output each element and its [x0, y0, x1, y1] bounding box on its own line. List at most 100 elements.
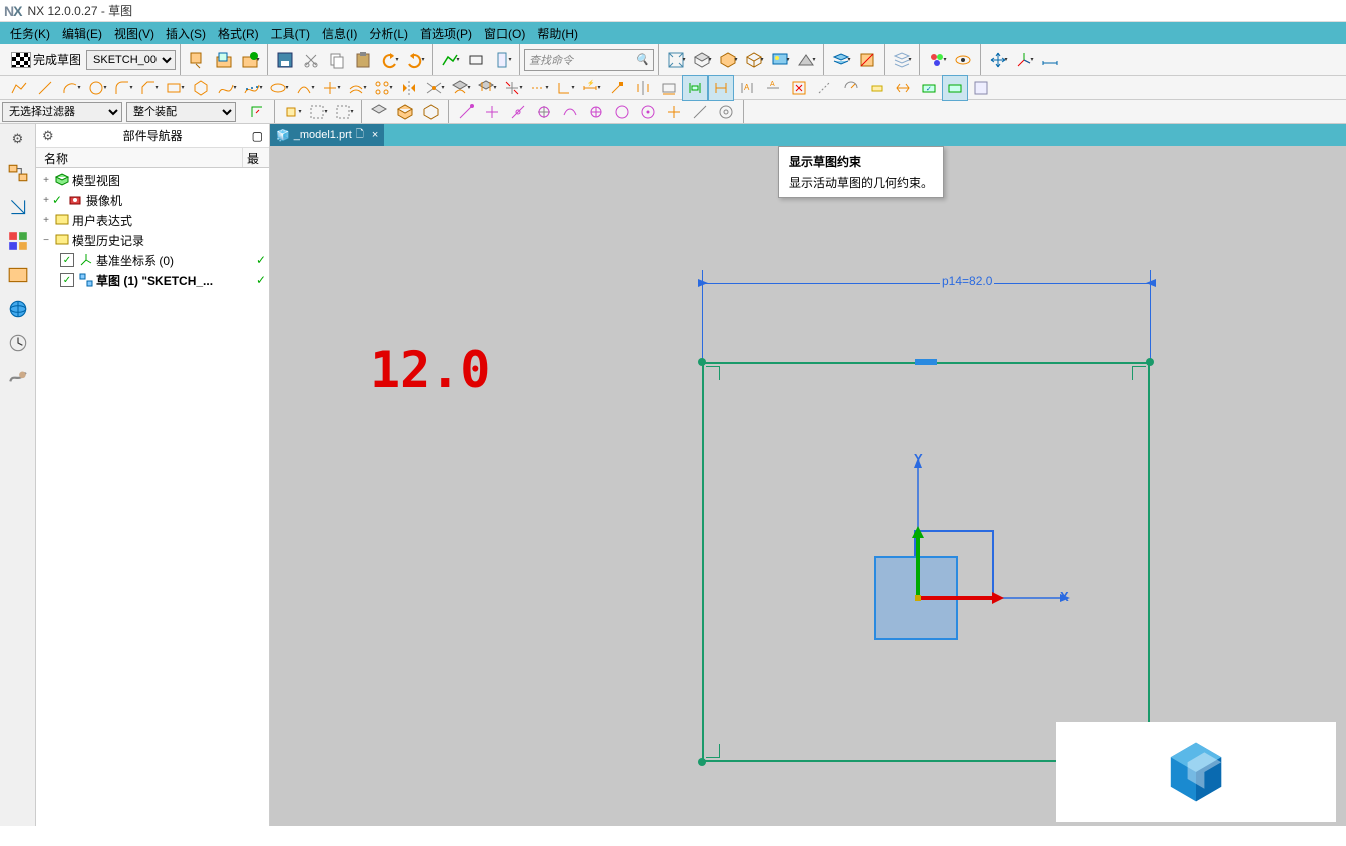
- tree-datum-csys[interactable]: ✓ 基准坐标系 (0) ✓: [36, 250, 269, 270]
- inferred-constraint-icon[interactable]: [864, 75, 890, 101]
- snap-3[interactable]: [331, 99, 357, 125]
- menu-view[interactable]: 视图(V): [108, 23, 160, 44]
- assembly-nav-icon[interactable]: [7, 162, 29, 184]
- file-tab[interactable]: 🧊 _model1.prt 🗋 ×: [270, 124, 384, 146]
- snap-arc-ctr-icon[interactable]: [635, 99, 661, 125]
- mirror-curve-icon[interactable]: [396, 75, 422, 101]
- polygon-icon[interactable]: [188, 75, 214, 101]
- redo-icon[interactable]: [402, 47, 428, 73]
- menu-insert[interactable]: 插入(S): [160, 23, 212, 44]
- csys-origin[interactable]: [910, 524, 1010, 604]
- rectangle-tool-icon[interactable]: [463, 47, 489, 73]
- snap-mid-icon[interactable]: [505, 99, 531, 125]
- show-dims-icon[interactable]: [708, 75, 734, 101]
- create-inferred-icon[interactable]: [890, 75, 916, 101]
- snap-2[interactable]: [305, 99, 331, 125]
- reattach-icon[interactable]: [211, 47, 237, 73]
- alt-solution-icon[interactable]: [838, 75, 864, 101]
- snap-quad-icon[interactable]: [557, 99, 583, 125]
- paste-icon[interactable]: [350, 47, 376, 73]
- hd3d-icon[interactable]: [7, 264, 29, 286]
- snap-end-icon[interactable]: [479, 99, 505, 125]
- dim-to-ref-icon[interactable]: [942, 75, 968, 101]
- history-icon[interactable]: [7, 332, 29, 354]
- show-constraints-icon[interactable]: [682, 75, 708, 101]
- show-hide-icon[interactable]: [950, 47, 976, 73]
- snap-intersect-icon[interactable]: [609, 99, 635, 125]
- dim-line[interactable]: [702, 283, 1150, 284]
- process-studio-icon[interactable]: [7, 366, 29, 388]
- chamfer-icon[interactable]: [136, 75, 162, 101]
- snap-ctr-icon[interactable]: [531, 99, 557, 125]
- snap-1[interactable]: [279, 99, 305, 125]
- convert-ref-icon[interactable]: [812, 75, 838, 101]
- sketch-vertex-tl[interactable]: [698, 358, 706, 366]
- studio-spline-icon[interactable]: [214, 75, 240, 101]
- cut-icon[interactable]: [298, 47, 324, 73]
- continuous-auto-dim-icon[interactable]: ✓: [916, 75, 942, 101]
- line-icon[interactable]: [32, 75, 58, 101]
- orient-sketch-icon[interactable]: [185, 47, 211, 73]
- clip-icon[interactable]: [854, 47, 880, 73]
- sketch-canvas[interactable]: 显示草图约束 显示活动草图的几何约束。 12.0 p14=82.0: [270, 146, 1346, 826]
- intersection-curve-icon[interactable]: [448, 75, 474, 101]
- pattern-curve-icon[interactable]: [370, 75, 396, 101]
- arc-icon[interactable]: [58, 75, 84, 101]
- copy-icon[interactable]: [324, 47, 350, 73]
- profile-line-icon[interactable]: [6, 75, 32, 101]
- update-model-icon[interactable]: [237, 47, 263, 73]
- make-corner-icon[interactable]: [552, 75, 578, 101]
- sel-body[interactable]: [392, 99, 418, 125]
- fillet-icon[interactable]: [110, 75, 136, 101]
- trueshading-icon[interactable]: [767, 47, 793, 73]
- dimension-label[interactable]: p14=82.0: [940, 274, 994, 288]
- menu-task[interactable]: 任务(K): [4, 23, 56, 44]
- web-browser-icon[interactable]: [7, 298, 29, 320]
- tree-history[interactable]: − 模型历史记录: [36, 230, 269, 250]
- rapid-dim-icon[interactable]: ⚡: [578, 75, 604, 101]
- intersection-point-icon[interactable]: [422, 75, 448, 101]
- command-search[interactable]: 查找命令 🔍: [524, 49, 654, 71]
- menu-tools[interactable]: 工具(T): [265, 23, 316, 44]
- shade-icon[interactable]: [715, 47, 741, 73]
- rectangle-icon[interactable]: [162, 75, 188, 101]
- tab-close-icon[interactable]: ×: [372, 129, 378, 141]
- scope-dropdown[interactable]: 整个装配: [126, 102, 236, 122]
- zoom-icon[interactable]: [689, 47, 715, 73]
- constraint-nav-icon[interactable]: [7, 196, 29, 218]
- layers-settings-icon[interactable]: [889, 47, 915, 73]
- menu-window[interactable]: 窗口(O): [478, 23, 531, 44]
- tree-camera[interactable]: + ✓ 摄像机: [36, 190, 269, 210]
- snap-oncurve-icon[interactable]: [687, 99, 713, 125]
- menu-format[interactable]: 格式(R): [212, 23, 265, 44]
- selection-filter-dropdown[interactable]: 无选择过滤器: [2, 102, 122, 122]
- quick-trim-icon[interactable]: [500, 75, 526, 101]
- measure-dist-icon[interactable]: [1037, 47, 1063, 73]
- nav-pin-icon[interactable]: ▢: [252, 129, 263, 143]
- fit-icon[interactable]: [663, 47, 689, 73]
- finish-sketch-button[interactable]: 完成草图: [6, 47, 86, 73]
- ellipse-icon[interactable]: [266, 75, 292, 101]
- make-symmetric-icon[interactable]: [630, 75, 656, 101]
- sketch-name-dropdown[interactable]: SKETCH_000: [86, 50, 176, 70]
- col-name[interactable]: 名称: [36, 148, 243, 167]
- geo-constraint-icon[interactable]: [604, 75, 630, 101]
- sel-face[interactable]: [366, 99, 392, 125]
- undo-icon[interactable]: [376, 47, 402, 73]
- offset-curve-icon[interactable]: [344, 75, 370, 101]
- layer-icon[interactable]: [828, 47, 854, 73]
- nav-gear-icon[interactable]: ⚙: [7, 128, 29, 150]
- col-latest[interactable]: 最: [243, 148, 269, 167]
- snap-pole-icon[interactable]: [713, 99, 739, 125]
- menu-analyze[interactable]: 分析(L): [363, 23, 414, 44]
- nav-settings-icon[interactable]: ⚙: [42, 128, 54, 144]
- snap-point-icon[interactable]: [453, 99, 479, 125]
- circle-icon[interactable]: [84, 75, 110, 101]
- auto-constrain-icon[interactable]: A: [734, 75, 760, 101]
- conic-icon[interactable]: [292, 75, 318, 101]
- tree-user-expr[interactable]: + 用户表达式: [36, 210, 269, 230]
- wireframe-icon[interactable]: [741, 47, 767, 73]
- move-icon[interactable]: [985, 47, 1011, 73]
- snap-tangent-icon[interactable]: [661, 99, 687, 125]
- fit-curve-icon[interactable]: [240, 75, 266, 101]
